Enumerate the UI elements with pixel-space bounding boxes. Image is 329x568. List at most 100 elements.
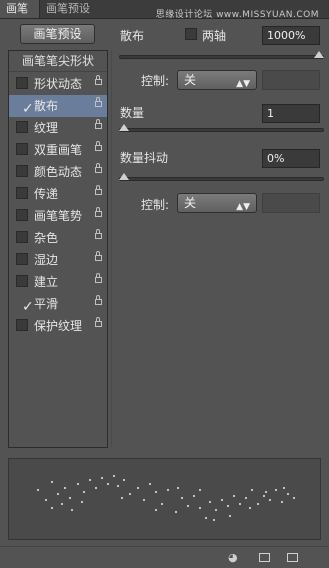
grid-icon[interactable] bbox=[259, 553, 270, 562]
lock-icon[interactable] bbox=[95, 229, 102, 239]
lock-icon[interactable] bbox=[95, 163, 102, 173]
preview-dot bbox=[199, 489, 201, 491]
option-checkbox[interactable] bbox=[16, 253, 28, 265]
scatter-slider-thumb[interactable] bbox=[314, 51, 324, 58]
count-jitter-label: 数量抖动 bbox=[120, 151, 169, 165]
option-label: 建立 bbox=[34, 275, 59, 289]
preview-dot bbox=[61, 503, 63, 505]
preview-dot bbox=[245, 497, 247, 499]
option-checkbox[interactable]: ✓ bbox=[16, 297, 34, 315]
preview-dot bbox=[143, 499, 145, 501]
option-checkbox[interactable] bbox=[16, 209, 28, 221]
option-item[interactable]: 双重画笔 bbox=[9, 139, 107, 161]
preview-dot bbox=[215, 509, 217, 511]
preview-dot bbox=[161, 503, 163, 505]
lock-icon[interactable] bbox=[95, 119, 102, 129]
lock-icon[interactable] bbox=[95, 295, 102, 305]
option-checkbox[interactable] bbox=[16, 143, 28, 155]
preview-dot bbox=[51, 507, 53, 509]
option-item[interactable]: 保护纹理 bbox=[9, 315, 107, 337]
option-item[interactable]: 形状动态 bbox=[9, 73, 107, 95]
preview-dot bbox=[205, 517, 207, 519]
preview-dot bbox=[37, 489, 39, 491]
preview-dot bbox=[221, 499, 223, 501]
count-jitter-slider-thumb[interactable] bbox=[119, 173, 129, 180]
preview-dot bbox=[263, 495, 265, 497]
new-page-icon[interactable] bbox=[287, 553, 298, 562]
scatter-slider-track[interactable] bbox=[119, 55, 324, 59]
count-jitter-control-select[interactable]: 关 ▲▼ bbox=[177, 193, 257, 213]
lock-icon[interactable] bbox=[95, 141, 102, 151]
lock-icon[interactable] bbox=[95, 75, 102, 85]
lock-icon[interactable] bbox=[95, 207, 102, 217]
option-item[interactable]: 传递 bbox=[9, 183, 107, 205]
select-arrow-icon: ▲▼ bbox=[236, 79, 250, 89]
preview-dot bbox=[83, 491, 85, 493]
option-item[interactable]: 纹理 bbox=[9, 117, 107, 139]
option-checkbox[interactable] bbox=[16, 319, 28, 331]
preview-dot bbox=[45, 499, 47, 501]
preview-dot bbox=[121, 497, 123, 499]
preview-dot bbox=[227, 505, 229, 507]
option-checkbox[interactable] bbox=[16, 275, 28, 287]
preview-dot bbox=[95, 487, 97, 489]
option-checkbox[interactable]: ✓ bbox=[16, 99, 34, 117]
option-label: 传递 bbox=[34, 187, 59, 201]
preview-dot bbox=[283, 487, 285, 489]
scatter-value-field[interactable]: 1000% bbox=[262, 26, 320, 45]
count-slider-track[interactable] bbox=[119, 128, 324, 132]
option-label: 双重画笔 bbox=[34, 143, 83, 157]
option-checkbox[interactable] bbox=[16, 77, 28, 89]
brush-panel: 画笔 画笔预设 思缘设计论坛 www.MISSYUAN.COM 画笔预设 画笔笔… bbox=[0, 0, 329, 568]
brush-stroke-preview bbox=[8, 458, 321, 540]
count-jitter-value-field[interactable]: 0% bbox=[262, 149, 320, 168]
option-checkbox[interactable] bbox=[16, 231, 28, 243]
count-jitter-control-value: 关 bbox=[184, 196, 197, 210]
count-jitter-slider-track[interactable] bbox=[119, 177, 324, 181]
option-label: 画笔笔势 bbox=[34, 209, 83, 223]
preview-dot bbox=[187, 505, 189, 507]
option-item[interactable]: ✓ 散布 bbox=[9, 95, 107, 117]
lock-icon[interactable] bbox=[95, 97, 102, 107]
tab-bar: 画笔 画笔预设 思缘设计论坛 www.MISSYUAN.COM bbox=[0, 0, 329, 20]
option-label: 形状动态 bbox=[34, 77, 83, 91]
count-value-field[interactable]: 1 bbox=[262, 104, 320, 123]
lock-icon[interactable] bbox=[95, 185, 102, 195]
preview-dot bbox=[123, 479, 125, 481]
lock-icon[interactable] bbox=[95, 317, 102, 327]
lock-icon[interactable] bbox=[95, 273, 102, 283]
option-item[interactable]: 颜色动态 bbox=[9, 161, 107, 183]
preview-dot bbox=[64, 487, 66, 489]
watermark: 思缘设计论坛 www.MISSYUAN.COM bbox=[155, 10, 319, 20]
preview-dot bbox=[77, 483, 79, 485]
lock-icon[interactable] bbox=[95, 251, 102, 261]
option-label: 平滑 bbox=[34, 297, 59, 311]
count-jitter-control-label: 控制: bbox=[141, 198, 170, 212]
option-item[interactable]: 建立 bbox=[9, 271, 107, 293]
preview-dot bbox=[199, 507, 201, 509]
eye-brush-icon[interactable]: ◕ bbox=[228, 551, 238, 564]
option-checkbox[interactable] bbox=[16, 165, 28, 177]
option-checkbox[interactable] bbox=[16, 121, 28, 133]
brush-presets-button[interactable]: 画笔预设 bbox=[20, 24, 95, 44]
preview-dot bbox=[51, 481, 53, 483]
preview-dot bbox=[251, 489, 253, 491]
scatter-control-select[interactable]: 关 ▲▼ bbox=[177, 70, 257, 90]
tab-brush[interactable]: 画笔 bbox=[0, 0, 40, 18]
count-slider-thumb[interactable] bbox=[119, 124, 129, 131]
option-item[interactable]: 画笔笔势 bbox=[9, 205, 107, 227]
preview-dot bbox=[175, 511, 177, 513]
tab-brush-presets[interactable]: 画笔预设 bbox=[40, 0, 100, 18]
option-item[interactable]: ✓ 平滑 bbox=[9, 293, 107, 315]
option-item[interactable]: 湿边 bbox=[9, 249, 107, 271]
preview-dot bbox=[69, 497, 71, 499]
brush-tip-shape-item[interactable]: 画笔笔尖形状 bbox=[9, 51, 107, 72]
both-axes-checkbox[interactable] bbox=[185, 28, 197, 40]
preview-dot bbox=[269, 499, 271, 501]
option-item[interactable]: 杂色 bbox=[9, 227, 107, 249]
preview-dot bbox=[229, 515, 231, 517]
preview-dot bbox=[287, 493, 289, 495]
bottom-toolbar: ◕ bbox=[0, 546, 329, 568]
preview-dot bbox=[81, 501, 83, 503]
option-checkbox[interactable] bbox=[16, 187, 28, 199]
